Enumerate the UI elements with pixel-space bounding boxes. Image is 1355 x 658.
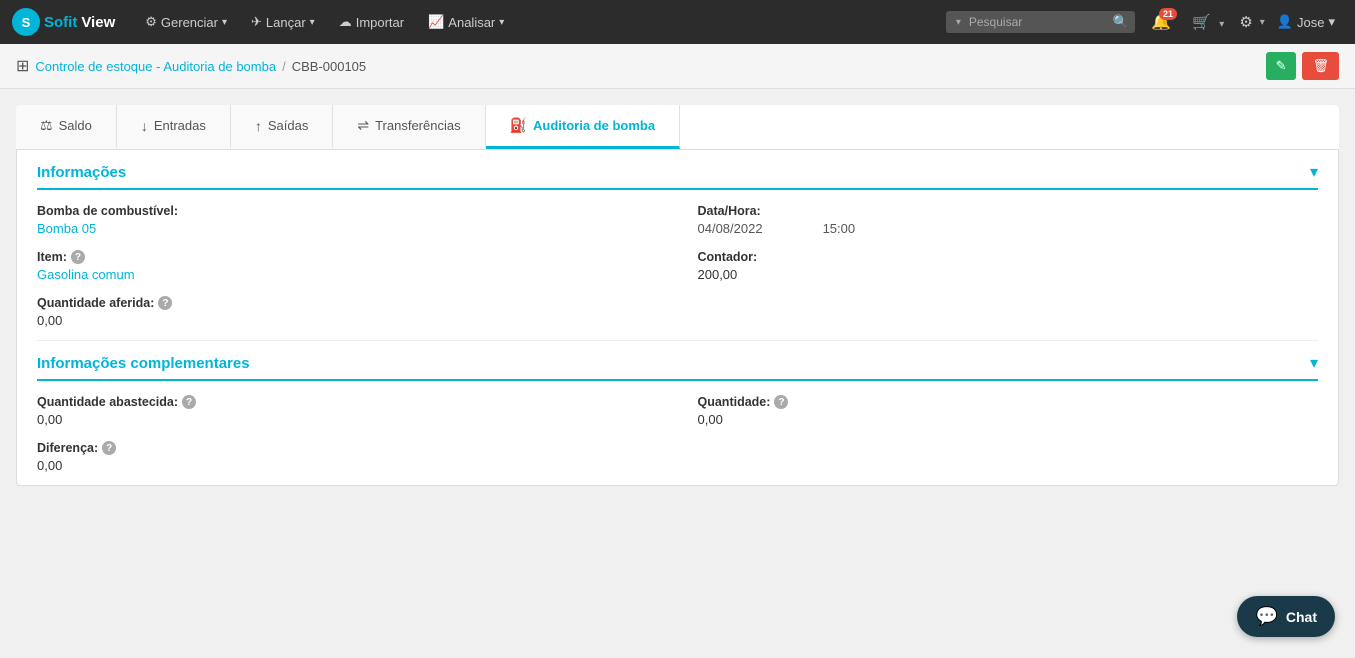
field-datahora: Data/Hora: 04/08/2022 15:00 <box>698 204 1319 236</box>
user-menu[interactable]: 👤 Jose ▾ <box>1269 14 1343 30</box>
fuel-icon: ⛽ <box>510 117 527 134</box>
section-complementares-header: Informações complementares ▾ <box>37 353 1318 381</box>
cart-button[interactable]: 🛒 ▾ <box>1181 13 1230 31</box>
breadcrumb-separator: / <box>282 59 286 74</box>
abastecida-label: Quantidade abastecida: ? <box>37 395 658 409</box>
settings-icon: ⚙ <box>1234 13 1257 31</box>
section-informacoes-title: Informações <box>37 164 126 181</box>
field-item: Item: ? Gasolina comum <box>37 250 658 282</box>
diferenca-help-icon[interactable]: ? <box>102 441 116 455</box>
edit-button[interactable]: ✎ <box>1266 52 1297 80</box>
quantidade-aferida-value: 0,00 <box>37 313 658 328</box>
tab-transferencias[interactable]: ⇌ Transferências <box>333 105 485 149</box>
transfer-icon: ⇌ <box>357 117 369 134</box>
search-box: ▾ 🔍 <box>946 11 1135 33</box>
section-informacoes-header: Informações ▾ <box>37 162 1318 190</box>
breadcrumb: ⊞ Controle de estoque - Auditoria de bom… <box>16 56 366 76</box>
chart-icon: 📈 <box>428 14 444 30</box>
data-value: 04/08/2022 <box>698 221 763 236</box>
main-content: ⚖ Saldo ↓ Entradas ↑ Saídas ⇌ Transferên… <box>0 89 1355 658</box>
abastecida-help-icon[interactable]: ? <box>182 395 196 409</box>
complementares-fields: Quantidade abastecida: ? 0,00 Quantidade… <box>37 395 1318 473</box>
quantidade-help-icon[interactable]: ? <box>774 395 788 409</box>
brand-sofit: Sofit <box>44 14 77 31</box>
import-icon: ☁ <box>339 14 352 30</box>
breadcrumb-parent-link[interactable]: Controle de estoque - Auditoria de bomba <box>35 59 276 74</box>
section-complementares-title: Informações complementares <box>37 355 250 372</box>
datahora-label: Data/Hora: <box>698 204 1319 218</box>
breadcrumb-grid-icon: ⊞ <box>16 56 29 76</box>
chevron-down-icon: ▾ <box>1328 14 1335 30</box>
section-informacoes: Informações ▾ Bomba de combustível: Bomb… <box>17 150 1338 340</box>
nav-gerenciar[interactable]: ⚙ Gerenciar ▾ <box>135 0 237 44</box>
tab-entradas[interactable]: ↓ Entradas <box>117 105 231 149</box>
quantidade-aferida-help-icon[interactable]: ? <box>158 296 172 310</box>
field-quantidade: Quantidade: ? 0,00 <box>698 395 1319 427</box>
brand-circle-icon: S <box>12 8 40 36</box>
delete-button[interactable]: 🗑 <box>1302 52 1339 80</box>
brand-view: View <box>81 14 115 31</box>
contador-label: Contador: <box>698 250 1319 264</box>
search-icon[interactable]: 🔍 <box>1113 14 1129 30</box>
chevron-down-icon: ▾ <box>1219 19 1224 30</box>
chevron-down-icon: ▾ <box>222 17 227 28</box>
field-quantidade-aferida: Quantidade aferida: ? 0,00 <box>37 296 658 328</box>
breadcrumb-current: CBB-000105 <box>292 59 366 74</box>
content-card: ⚖ Saldo ↓ Entradas ↑ Saídas ⇌ Transferên… <box>16 105 1339 486</box>
contador-value: 200,00 <box>698 267 1319 282</box>
card-body: Informações ▾ Bomba de combustível: Bomb… <box>16 149 1339 486</box>
tab-saldo[interactable]: ⚖ Saldo <box>16 105 117 149</box>
gear-icon: ⚙ <box>145 14 157 30</box>
chat-label: Chat <box>1286 609 1317 625</box>
field-abastecida: Quantidade abastecida: ? 0,00 <box>37 395 658 427</box>
chat-icon: 💬 <box>1255 606 1277 627</box>
section-complementares-chevron[interactable]: ▾ <box>1310 353 1318 373</box>
breadcrumb-bar: ⊞ Controle de estoque - Auditoria de bom… <box>0 44 1355 89</box>
notifications-button[interactable]: 🔔 21 <box>1145 12 1177 32</box>
navbar: S Sofit View ⚙ Gerenciar ▾ ✈ Lançar ▾ ☁ … <box>0 0 1355 44</box>
quantidade-label: Quantidade: ? <box>698 395 1319 409</box>
bomba-value[interactable]: Bomba 05 <box>37 221 658 236</box>
section-complementares: Informações complementares ▾ Quantidade … <box>17 341 1338 485</box>
tabs: ⚖ Saldo ↓ Entradas ↑ Saídas ⇌ Transferên… <box>16 105 1339 149</box>
launch-icon: ✈ <box>251 14 262 30</box>
download-icon: ↓ <box>141 118 148 134</box>
tab-auditoria[interactable]: ⛽ Auditoria de bomba <box>486 105 681 149</box>
nav-lancar[interactable]: ✈ Lançar ▾ <box>241 0 325 44</box>
chevron-down-icon: ▾ <box>499 17 504 28</box>
item-help-icon[interactable]: ? <box>71 250 85 264</box>
chat-button[interactable]: 💬 Chat <box>1237 596 1335 637</box>
diferenca-label: Diferença: ? <box>37 441 658 455</box>
hora-value: 15:00 <box>823 221 856 236</box>
informacoes-fields: Bomba de combustível: Bomba 05 Data/Hora… <box>37 204 1318 328</box>
field-contador: Contador: 200,00 <box>698 250 1319 282</box>
user-icon: 👤 <box>1277 14 1293 30</box>
chevron-down-icon: ▾ <box>1260 17 1265 28</box>
item-value[interactable]: Gasolina comum <box>37 267 658 282</box>
field-diferenca: Diferença: ? 0,00 <box>37 441 658 473</box>
item-label: Item: ? <box>37 250 658 264</box>
scale-icon: ⚖ <box>40 117 53 134</box>
cart-icon: 🛒 <box>1187 14 1216 31</box>
nav-importar[interactable]: ☁ Importar <box>329 0 414 44</box>
search-input[interactable] <box>969 15 1109 29</box>
notification-badge: 21 <box>1159 8 1177 20</box>
diferenca-value: 0,00 <box>37 458 658 473</box>
quantidade-aferida-label: Quantidade aferida: ? <box>37 296 658 310</box>
bomba-label: Bomba de combustível: <box>37 204 658 218</box>
chevron-down-icon: ▾ <box>310 17 315 28</box>
upload-icon: ↑ <box>255 118 262 134</box>
tab-saidas[interactable]: ↑ Saídas <box>231 105 333 149</box>
section-informacoes-chevron[interactable]: ▾ <box>1310 162 1318 182</box>
nav-analisar[interactable]: 📈 Analisar ▾ <box>418 0 514 44</box>
brand: S Sofit View <box>12 8 115 36</box>
settings-button[interactable]: ⚙ ▾ <box>1234 13 1264 31</box>
search-dropdown-icon[interactable]: ▾ <box>952 17 965 28</box>
field-bomba: Bomba de combustível: Bomba 05 <box>37 204 658 236</box>
quantidade-value: 0,00 <box>698 412 1319 427</box>
breadcrumb-actions: ✎ 🗑 <box>1266 52 1339 80</box>
datahora-values: 04/08/2022 15:00 <box>698 221 1319 236</box>
navbar-right: ▾ 🔍 🔔 21 🛒 ▾ ⚙ ▾ 👤 Jose ▾ <box>946 11 1343 33</box>
abastecida-value: 0,00 <box>37 412 658 427</box>
